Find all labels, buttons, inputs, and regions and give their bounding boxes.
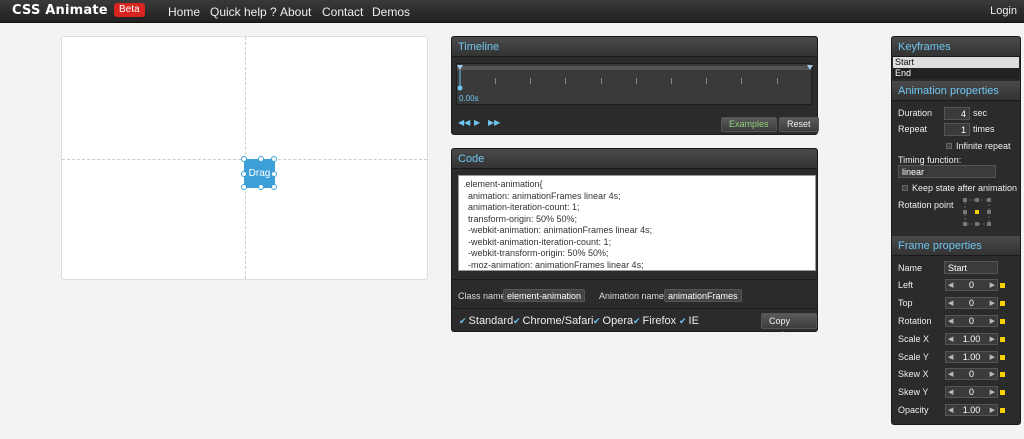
scale-x-label: Scale X: [898, 334, 930, 344]
fast-forward-icon[interactable]: ▶▶: [488, 118, 500, 127]
frame-name-input[interactable]: Start: [944, 261, 998, 274]
skew-x-label: Skew X: [898, 369, 929, 379]
infinite-repeat-checkbox[interactable]: [946, 143, 952, 149]
check-firefox[interactable]: ✔ Firefox: [633, 315, 676, 327]
left-input[interactable]: ◀ 0 ▶: [945, 279, 998, 291]
beta-badge: Beta: [114, 3, 145, 17]
check-chrome-safari[interactable]: ✔ Chrome/Safari: [513, 315, 593, 327]
keyframe-end[interactable]: End: [893, 68, 1019, 79]
skew-x-input[interactable]: ◀ 0 ▶: [945, 368, 998, 380]
skew-x-keyframe-marker[interactable]: [1000, 372, 1005, 377]
rotation-point-label: Rotation point: [898, 200, 954, 210]
keyframes-title: Keyframes: [892, 37, 1020, 57]
animation-name-label: Animation name: [599, 291, 665, 301]
checkmark-icon: ✔: [513, 316, 521, 326]
skew-y-input[interactable]: ◀ 0 ▶: [945, 386, 998, 398]
resize-handle[interactable]: [241, 171, 247, 177]
nav-quick-help[interactable]: Quick help ?: [210, 5, 277, 19]
nav-demos[interactable]: Demos: [372, 5, 410, 19]
timeline-time: 0.00s: [459, 94, 479, 103]
timeline-panel: Timeline 0.00s ◀◀ ▶ ▶▶ Examples Reset: [451, 36, 819, 135]
logo[interactable]: CSS Animate: [12, 3, 108, 18]
code-title: Code: [452, 149, 817, 169]
resize-handle[interactable]: [258, 184, 264, 190]
top-keyframe-marker[interactable]: [1000, 301, 1005, 306]
checkmark-icon: ✔: [633, 316, 641, 326]
scale-y-keyframe-marker[interactable]: [1000, 355, 1005, 360]
start-keyframe-marker[interactable]: [456, 64, 464, 94]
repeat-unit: times: [973, 124, 995, 134]
rotation-input[interactable]: ◀ 0 ▶: [945, 315, 998, 327]
scale-y-label: Scale Y: [898, 352, 929, 362]
opacity-input[interactable]: ◀ 1.00 ▶: [945, 404, 998, 416]
timeline-title: Timeline: [452, 37, 817, 57]
left-label: Left: [898, 280, 914, 290]
end-keyframe-marker[interactable]: [806, 64, 814, 72]
resize-handle[interactable]: [258, 156, 264, 162]
timing-function-select[interactable]: linear: [898, 165, 996, 178]
checkmark-icon: ✔: [679, 316, 687, 326]
rotation-keyframe-marker[interactable]: [1000, 319, 1005, 324]
check-standard[interactable]: ✔ Standard: [459, 315, 513, 327]
scale-y-input[interactable]: ◀ 1.00 ▶: [945, 351, 998, 363]
timeline-ruler: [457, 66, 811, 70]
left-keyframe-marker[interactable]: [1000, 283, 1005, 288]
keep-state-checkbox[interactable]: [902, 185, 908, 191]
resize-handle[interactable]: [241, 156, 247, 162]
infinite-repeat-label: Infinite repeat: [956, 141, 1011, 151]
rotate-handle[interactable]: [271, 156, 277, 162]
resize-handle[interactable]: [271, 184, 277, 190]
scale-x-keyframe-marker[interactable]: [1000, 337, 1005, 342]
code-textarea[interactable]: .element-animation{ animation: animation…: [458, 175, 816, 271]
reset-button[interactable]: Reset: [779, 117, 819, 132]
repeat-input[interactable]: 1: [944, 123, 970, 136]
duration-label: Duration: [898, 108, 933, 118]
top-label: Top: [898, 298, 913, 308]
timeline-track[interactable]: 0.00s: [456, 63, 814, 105]
nav-home[interactable]: Home: [168, 5, 200, 19]
keyframe-start[interactable]: Start: [893, 57, 1019, 68]
check-ie[interactable]: ✔ IE: [679, 315, 699, 327]
class-name-label: Class name: [458, 291, 506, 301]
properties-sidebar: Keyframes Start End Animation properties…: [891, 36, 1021, 425]
frame-properties-title: Frame properties: [892, 236, 1020, 256]
login-link[interactable]: Login: [990, 5, 1017, 17]
frame-name-label: Name: [898, 263, 923, 273]
copy-code-button[interactable]: Copy code: [761, 313, 817, 340]
timing-function-label: Timing function:: [898, 155, 962, 165]
animation-stage: Drag: [61, 36, 428, 280]
skew-y-keyframe-marker[interactable]: [1000, 390, 1005, 395]
top-input[interactable]: ◀ 0 ▶: [945, 297, 998, 309]
animation-name-input[interactable]: animationFrames: [664, 289, 742, 302]
resize-handle[interactable]: [271, 171, 277, 177]
top-navbar: CSS Animate Beta Home Quick help ? About…: [0, 0, 1024, 23]
code-panel: Code .element-animation{ animation: anim…: [451, 148, 818, 340]
opacity-label: Opacity: [898, 405, 929, 415]
animation-properties-title: Animation properties: [892, 81, 1020, 101]
scale-x-input[interactable]: ◀ 1.00 ▶: [945, 333, 998, 345]
checkmark-icon: ✔: [459, 316, 467, 326]
keep-state-label: Keep state after animation: [912, 183, 1018, 193]
repeat-label: Repeat: [898, 124, 928, 134]
play-icon[interactable]: ▶: [474, 118, 480, 127]
duration-input[interactable]: 4: [944, 107, 970, 120]
nav-about[interactable]: About: [280, 5, 311, 19]
resize-handle[interactable]: [241, 184, 247, 190]
examples-button[interactable]: Examples: [721, 117, 777, 132]
rotation-point-selector[interactable]: [962, 197, 992, 227]
class-name-input[interactable]: element-animation: [503, 289, 586, 302]
skew-y-label: Skew Y: [898, 387, 929, 397]
rewind-icon[interactable]: ◀◀: [458, 118, 470, 127]
check-opera[interactable]: ✔ Opera: [593, 315, 633, 327]
rotation-label: Rotation: [898, 316, 932, 326]
checkmark-icon: ✔: [593, 316, 601, 326]
opacity-keyframe-marker[interactable]: [1000, 408, 1005, 413]
duration-unit: sec: [973, 108, 988, 118]
nav-contact[interactable]: Contact: [322, 5, 363, 19]
